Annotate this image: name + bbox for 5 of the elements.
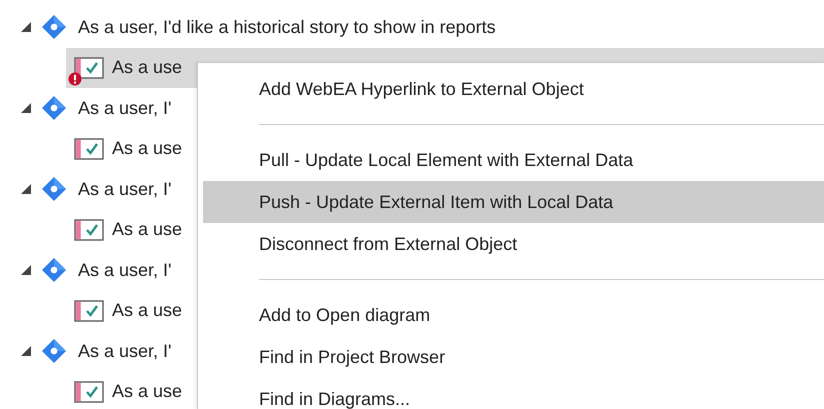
tree-item-label: As a use	[112, 219, 182, 240]
tree-item-label: As a use	[112, 300, 182, 322]
tree-item-label: As a use	[112, 138, 182, 160]
tree-item-label: As a use	[112, 57, 182, 78]
tree-item-label: As a use	[112, 381, 182, 402]
